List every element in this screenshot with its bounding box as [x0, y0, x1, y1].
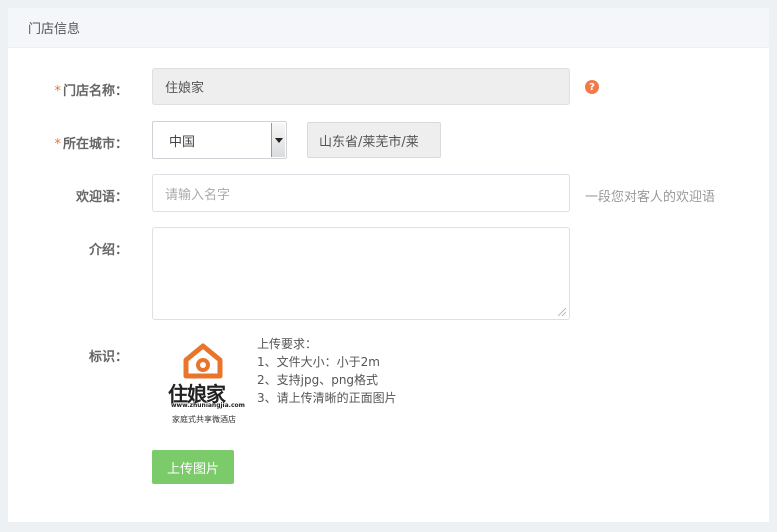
- requirement-item: 1、文件大小：小于2m: [257, 355, 380, 369]
- store-name-label: * 门店名称：: [54, 84, 128, 99]
- upload-requirements: 上传要求： 1、文件大小：小于2m 2、支持jpg、png格式 3、请上传清晰的…: [257, 335, 397, 407]
- chevron-down-icon[interactable]: [271, 123, 285, 157]
- country-select[interactable]: 中国: [152, 121, 287, 159]
- intro-textarea[interactable]: [152, 227, 570, 320]
- upload-image-button[interactable]: 上传图片: [152, 450, 234, 484]
- requirement-item: 3、请上传清晰的正面图片: [257, 391, 397, 405]
- panel-header: 门店信息: [8, 8, 769, 48]
- store-name-field[interactable]: 住娘家: [152, 68, 570, 105]
- question-circle-icon[interactable]: ?: [585, 80, 599, 94]
- welcome-hint: 一段您对客人的欢迎语: [585, 190, 716, 205]
- store-info-panel: 门店信息 * 门店名称： 住娘家 ? * 所在城市： 中国 山东省/莱芜市/莱 欢迎…: [8, 8, 769, 522]
- welcome-input[interactable]: 请输入名字: [152, 174, 570, 212]
- requirement-item: 2、支持jpg、png格式: [257, 373, 379, 387]
- logo-label: 标识：: [88, 350, 128, 365]
- region-display[interactable]: 山东省/莱芜市/莱: [307, 122, 441, 158]
- intro-label: 介绍：: [88, 243, 128, 258]
- city-label: * 所在城市：: [54, 137, 128, 152]
- store-logo-image: 住娘家 www.zhuniangjia.com 家庭式共享微酒店: [158, 338, 248, 434]
- requirements-title: 上传要求：: [257, 337, 318, 351]
- logo-url-text: www.zhuniangjia.com: [171, 402, 245, 409]
- panel-title: 门店信息: [28, 22, 81, 37]
- required-mark: *: [54, 84, 61, 99]
- required-mark: *: [54, 137, 61, 152]
- welcome-label: 欢迎语：: [75, 190, 128, 205]
- logo-slogan-text: 家庭式共享微酒店: [172, 415, 236, 424]
- resize-handle-icon[interactable]: [558, 308, 566, 316]
